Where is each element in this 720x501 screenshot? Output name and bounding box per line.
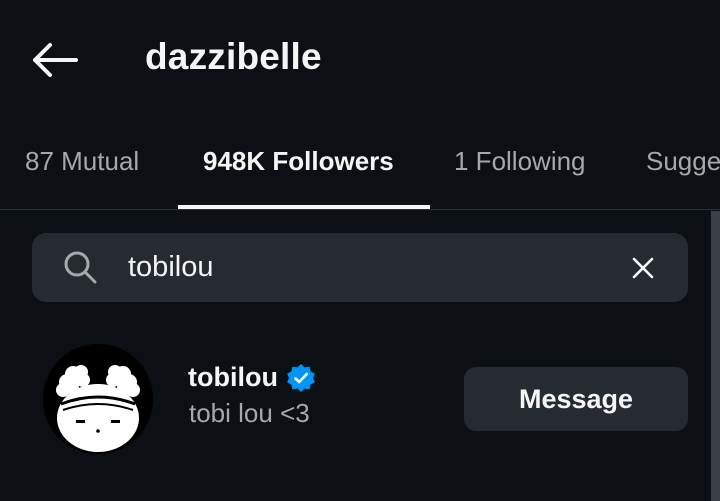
message-button[interactable]: Message — [464, 367, 688, 431]
tab-bar: 87 Mutual 948K Followers 1 Following Sug… — [0, 130, 720, 210]
avatar[interactable] — [43, 344, 153, 454]
verified-badge-icon — [287, 363, 315, 392]
page-title: dazzibelle — [145, 36, 322, 77]
tab-suggested[interactable]: Suggested — [646, 146, 720, 177]
username-line: tobilou — [188, 362, 316, 393]
list-item[interactable]: tobilou tobi lou <3 Message — [0, 338, 710, 460]
result-username[interactable]: tobilou — [188, 362, 278, 393]
tab-following[interactable]: 1 Following — [454, 146, 586, 177]
arrow-left-icon — [33, 43, 78, 77]
tab-mutual[interactable]: 87 Mutual — [25, 146, 139, 177]
scrollbar[interactable] — [711, 211, 720, 501]
followers-screen: dazzibelle 87 Mutual 948K Followers 1 Fo… — [0, 0, 720, 501]
result-fullname: tobi lou <3 — [189, 398, 310, 428]
close-icon[interactable] — [628, 253, 658, 283]
tab-followers[interactable]: 948K Followers — [203, 146, 394, 177]
search-icon — [64, 251, 97, 284]
search-bar — [32, 233, 688, 302]
back-button[interactable] — [30, 38, 82, 82]
tabs-divider — [0, 209, 720, 210]
top-bar: dazzibelle — [0, 0, 720, 118]
search-input[interactable] — [128, 245, 608, 289]
cartoon-avatar-icon — [43, 344, 153, 454]
